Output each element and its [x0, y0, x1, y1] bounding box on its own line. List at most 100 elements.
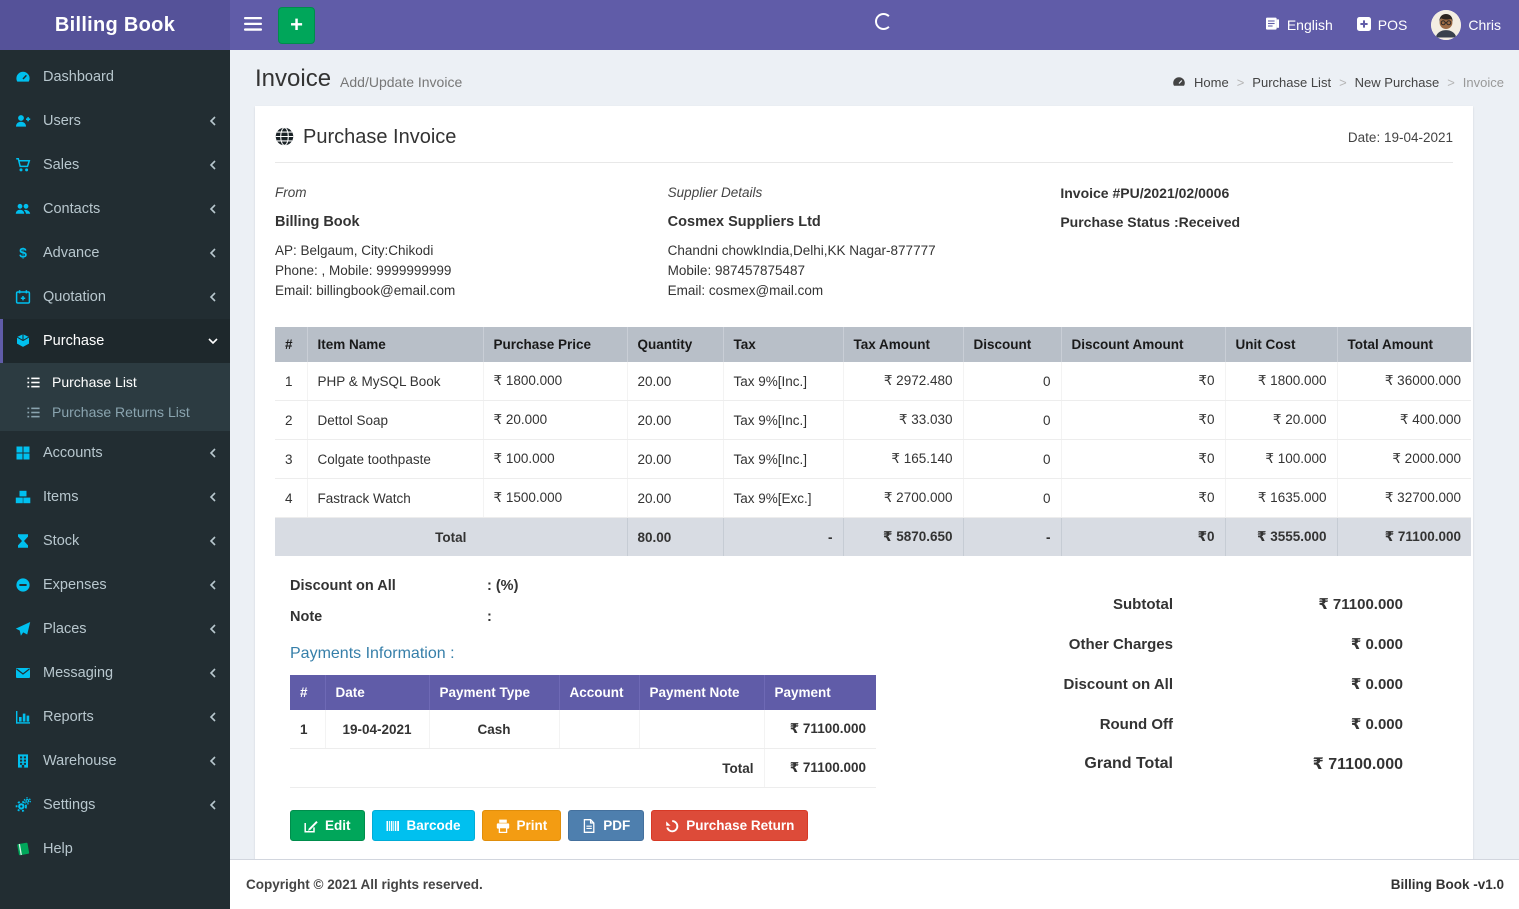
chevron-left-icon	[208, 204, 218, 214]
edit-pencil-icon	[304, 819, 318, 833]
top-navbar: + English POS Chris	[230, 0, 1519, 50]
items-table: # Item Name Purchase Price Quantity Tax …	[275, 327, 1471, 556]
sidebar-item-purchase[interactable]: Purchase	[0, 319, 230, 363]
sidebar-item-reports[interactable]: Reports	[0, 695, 230, 739]
sidebar-item-label: Purchase	[43, 333, 105, 349]
from-label: From	[275, 185, 307, 200]
cell: 1	[290, 710, 326, 749]
sidebar-item-label: Settings	[43, 797, 96, 813]
cell: ₹ 36000.000	[1337, 362, 1471, 401]
total-label: Total	[275, 517, 628, 556]
summary-row-subtotal: Subtotal ₹ 71100.000	[975, 584, 1403, 624]
hamburger-icon	[244, 16, 262, 34]
barcode-button[interactable]: Barcode	[371, 810, 475, 841]
sidebar-item-stock[interactable]: Stock	[0, 519, 230, 563]
cell: 20.00	[627, 400, 724, 440]
col-header: #	[275, 327, 308, 362]
pdf-button[interactable]: PDF	[568, 810, 645, 841]
cell: 0	[963, 362, 1062, 401]
discount-on-all-label: Discount on All	[290, 578, 396, 594]
item-row: 1 PHP & MySQL Book ₹ 1800.000 20.00 Tax 9%[I…	[275, 362, 1471, 401]
app-version: Billing Book -v1.0	[1390, 877, 1504, 892]
sidebar-item-warehouse[interactable]: Warehouse	[0, 739, 230, 783]
edit-button[interactable]: Edit	[290, 810, 365, 841]
chevron-left-icon	[208, 800, 218, 810]
breadcrumb-current: Invoice	[1462, 74, 1504, 90]
language-menu[interactable]: English	[1265, 16, 1333, 34]
user-avatar	[1431, 10, 1462, 40]
sidebar-item-label: Sales	[43, 157, 80, 173]
breadcrumb-new-purchase[interactable]: New Purchase	[1355, 75, 1440, 90]
cell: ₹ 32700.000	[1337, 478, 1471, 518]
sidebar-item-label: Contacts	[43, 201, 101, 217]
building-icon	[14, 753, 32, 769]
page-subtitle: Add/Update Invoice	[340, 74, 463, 90]
printer-icon	[496, 819, 510, 833]
breadcrumb-purchase-list[interactable]: Purchase List	[1252, 75, 1331, 90]
sidebar-item-label: Warehouse	[43, 753, 117, 769]
cell: ₹ 2700.000	[843, 478, 964, 518]
col-header: Tax Amount	[843, 327, 964, 362]
sidebar-item-dashboard[interactable]: Dashboard	[0, 55, 230, 99]
app-logo[interactable]: Billing Book	[0, 0, 230, 50]
col-header: Payment Type	[429, 675, 560, 710]
invoice-lower-left: Discount on All : (%) Note : Payments In…	[275, 578, 975, 841]
sidebar-item-contacts[interactable]: Contacts	[0, 187, 230, 231]
cell: 3	[275, 439, 308, 479]
col-header: Payment Note	[639, 675, 765, 710]
app-window: Billing Book Dashboard Users Sales Conta…	[0, 0, 1519, 909]
sidebar-item-expenses[interactable]: Expenses	[0, 563, 230, 607]
purchase-return-button[interactable]: Purchase Return	[651, 810, 809, 841]
breadcrumb-home[interactable]: Home	[1194, 75, 1229, 90]
from-block: From Billing Book AP: Belgaum, City:Chik…	[275, 183, 668, 301]
cart-icon	[14, 157, 32, 173]
quick-add-button[interactable]: +	[278, 6, 315, 44]
cell: Fastrack Watch	[307, 478, 484, 518]
summary-label: Other Charges	[1068, 635, 1173, 653]
summary-row-grand-total: Grand Total ₹ 71100.000	[975, 744, 1403, 784]
total-tax-amount: ₹ 5870.650	[843, 517, 964, 556]
sidebar-item-quotation[interactable]: Quotation	[0, 275, 230, 319]
invoice-parties: From Billing Book AP: Belgaum, City:Chik…	[275, 183, 1453, 301]
summary-label: Round Off	[1099, 715, 1173, 733]
sidebar-item-advance[interactable]: $ Advance	[0, 231, 230, 275]
sidebar-item-users[interactable]: Users	[0, 99, 230, 143]
sidebar-item-label: Dashboard	[43, 69, 114, 85]
supplier-address: Chandni chowkIndia,Delhi,KK Nagar-877777	[667, 243, 936, 258]
user-menu[interactable]: Chris	[1431, 10, 1501, 40]
sidebar-item-sales[interactable]: Sales	[0, 143, 230, 187]
cell: ₹ 100.000	[483, 439, 628, 479]
print-button[interactable]: Print	[481, 810, 562, 841]
chevron-left-icon	[208, 448, 218, 458]
language-icon	[1265, 16, 1280, 34]
copyright-text: Copyright © 2021 All rights reserved.	[246, 877, 483, 892]
sidebar-item-places[interactable]: Places	[0, 607, 230, 651]
plus-square-icon	[1356, 16, 1371, 34]
sidebar-item-label: Quotation	[43, 289, 106, 305]
loading-spinner-icon	[874, 13, 892, 30]
sidebar-item-label: Places	[43, 621, 87, 637]
items-header-row: # Item Name Purchase Price Quantity Tax …	[275, 327, 1471, 362]
total-quantity: 80.00	[627, 517, 724, 556]
total-amount: ₹ 71100.000	[1337, 517, 1471, 556]
summary-panel: Subtotal ₹ 71100.000 Other Charges ₹ 0.0…	[975, 578, 1453, 841]
cell: ₹ 33.030	[843, 400, 964, 440]
sidebar-item-messaging[interactable]: Messaging	[0, 651, 230, 695]
sidebar-item-help[interactable]: Help	[0, 827, 230, 871]
sidebar-subitem-purchase-returns-list[interactable]: Purchase Returns List	[0, 397, 230, 427]
item-row: 3 Colgate toothpaste ₹ 100.000 20.00 Tax 9%[…	[275, 439, 1471, 479]
pos-button[interactable]: POS	[1356, 16, 1407, 34]
dollar-icon: $	[14, 245, 32, 261]
col-header: Total Amount	[1337, 327, 1471, 362]
sidebar-item-items[interactable]: Items	[0, 475, 230, 519]
sidebar-item-accounts[interactable]: Accounts	[0, 431, 230, 475]
sidebar-item-settings[interactable]: Settings	[0, 783, 230, 827]
sidebar-toggle-button[interactable]	[230, 0, 276, 50]
item-row: 2 Dettol Soap ₹ 20.000 20.00 Tax 9%[Inc.] ₹ 3…	[275, 400, 1471, 440]
sidebar-subitem-purchase-list[interactable]: Purchase List	[0, 367, 230, 397]
dashboard-icon	[1172, 76, 1186, 88]
sidebar-item-label: Messaging	[43, 665, 114, 681]
button-label: PDF	[603, 818, 631, 833]
invoice-date: Date: 19-04-2021	[1347, 130, 1453, 145]
cell: ₹0	[1061, 362, 1226, 401]
